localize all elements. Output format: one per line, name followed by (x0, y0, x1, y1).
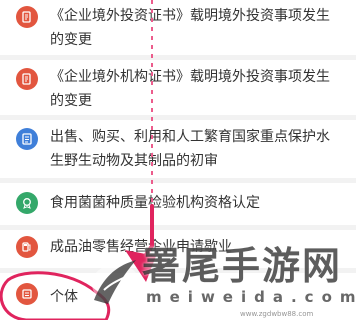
document-icon (16, 128, 38, 150)
list-item-label: 食用菌菌种质量检验机构资格认定 (50, 195, 260, 211)
list-item[interactable]: 《企业境外投资证书》载明境外投资事项发生的变更 (0, 0, 356, 55)
list-item-label: 出售、购买、利用和人工繁育国家重点保护水生野生动物及其制品的初审 (50, 129, 330, 169)
list-item-label: 《企业境外机构证书》载明境外投资事项发生的变更 (50, 69, 330, 109)
list-item[interactable]: 《企业境外机构证书》载明境外投资事项发生的变更 (0, 60, 356, 115)
list-item[interactable]: 出售、购买、利用和人工繁育国家重点保护水生野生动物及其制品的初审 (0, 120, 356, 178)
oil-retail-icon (16, 236, 38, 258)
list-item-label: 成品油零售经营企业申请歇业 (50, 239, 232, 255)
list-item[interactable]: 成品油零售经营企业申请歇业 (0, 230, 356, 268)
list-item-label: 《企业境外投资证书》载明境外投资事项发生的变更 (50, 8, 330, 48)
list-item-label: 个体 (50, 289, 78, 305)
license-doc-icon (16, 68, 38, 90)
list-item[interactable]: 食用菌菌种质量检验机构资格认定 (0, 183, 356, 225)
certification-icon (16, 192, 38, 214)
list-item[interactable]: 个体 (0, 273, 356, 320)
business-icon (16, 283, 38, 305)
license-doc-icon (16, 6, 38, 28)
